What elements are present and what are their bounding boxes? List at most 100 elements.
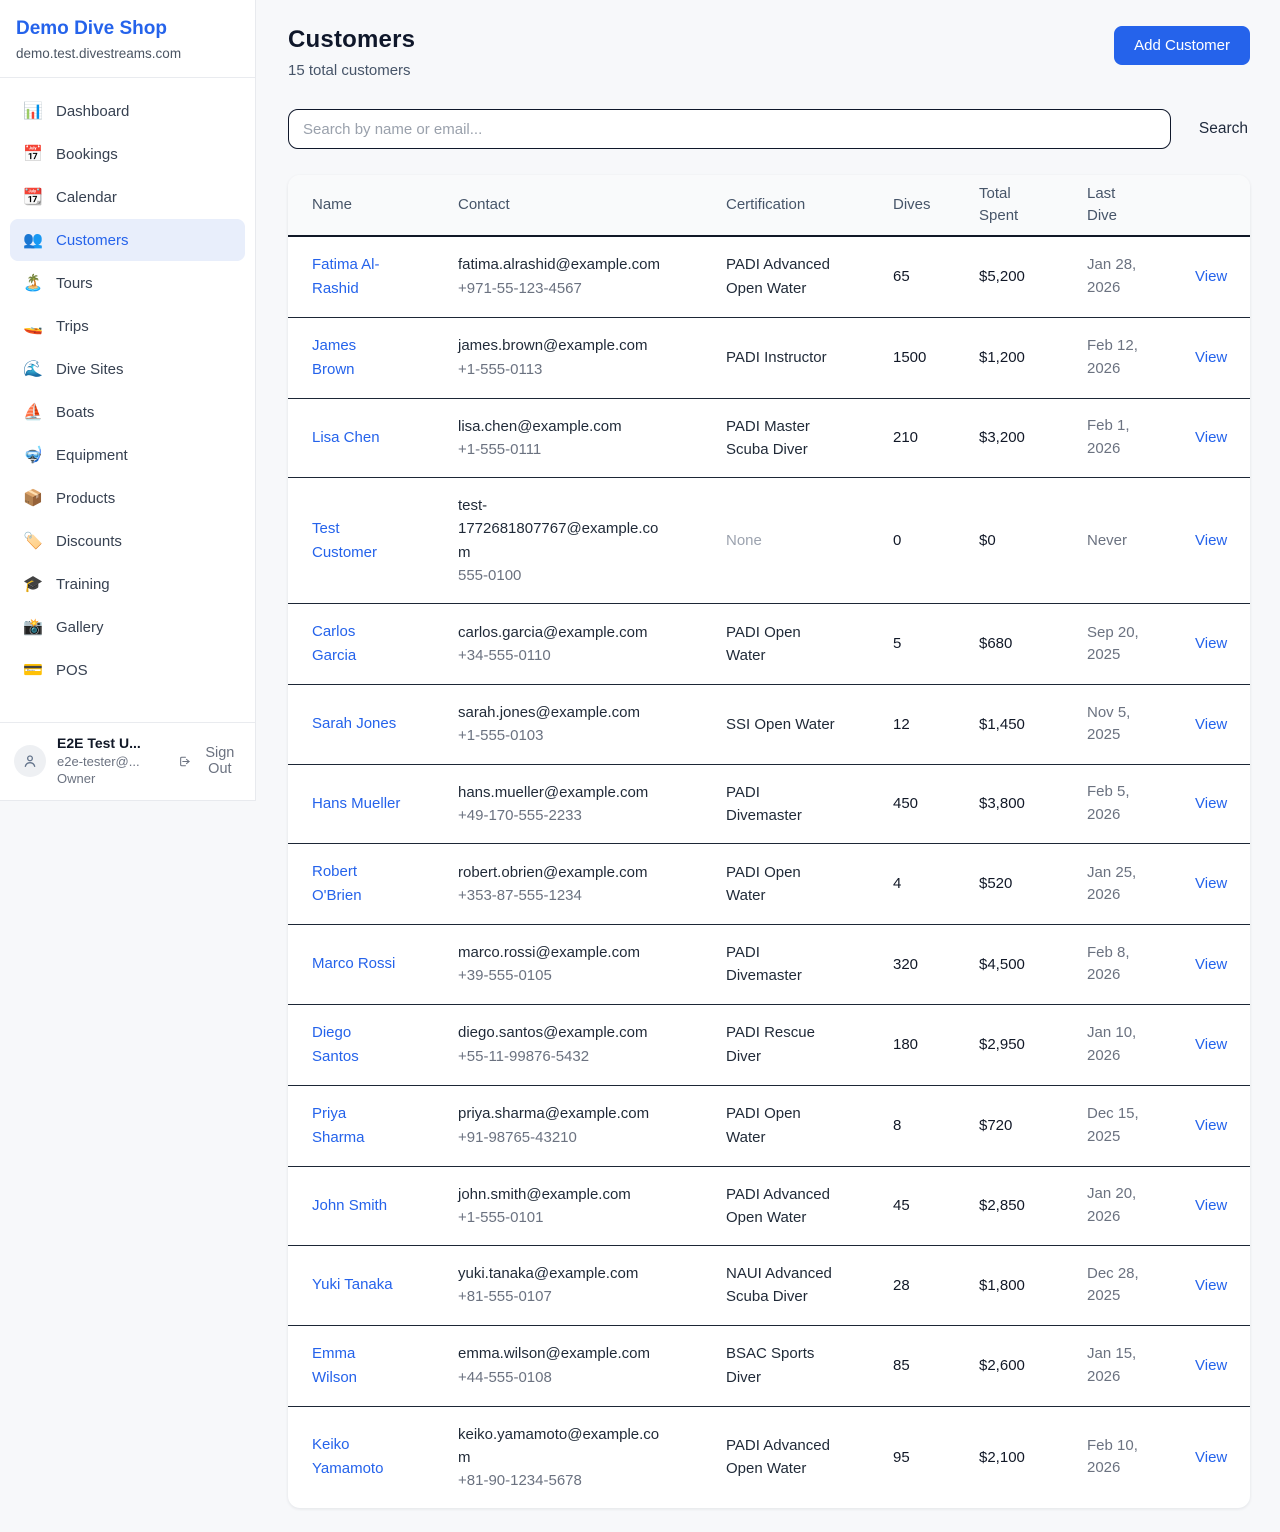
customer-dives: 1500 bbox=[893, 346, 955, 369]
customer-name-link[interactable]: Diego Santos bbox=[312, 1021, 402, 1069]
view-link[interactable]: View bbox=[1195, 1197, 1227, 1214]
column-header-total-spent: Total Spent bbox=[979, 183, 1063, 227]
customer-email: john.smith@example.com bbox=[458, 1183, 663, 1206]
customer-dives: 8 bbox=[893, 1114, 955, 1137]
customer-email: lisa.chen@example.com bbox=[458, 415, 663, 438]
customer-phone: +55-11-99876-5432 bbox=[458, 1045, 702, 1068]
customer-name-link[interactable]: James Brown bbox=[312, 334, 402, 382]
customer-certification: PADI Open Water bbox=[726, 621, 838, 668]
customer-name-link[interactable]: Marco Rossi bbox=[312, 952, 395, 976]
table-row: Keiko Yamamoto keiko.yamamoto@example.co… bbox=[288, 1407, 1250, 1509]
view-link[interactable]: View bbox=[1195, 1449, 1227, 1466]
sidebar-item-bookings[interactable]: 📅 Bookings bbox=[10, 133, 245, 175]
customer-last-dive: Nov 5, 2025 bbox=[1087, 702, 1149, 747]
search-button[interactable]: Search bbox=[1197, 114, 1250, 144]
customer-last-dive: Feb 10, 2026 bbox=[1087, 1435, 1149, 1480]
sidebar-item-boats[interactable]: ⛵ Boats bbox=[10, 391, 245, 433]
tours-icon: 🏝️ bbox=[23, 273, 43, 293]
view-link[interactable]: View bbox=[1195, 956, 1227, 973]
customer-phone: +49-170-555-2233 bbox=[458, 804, 702, 827]
table-row: Test Customer test-1772681807767@example… bbox=[288, 478, 1250, 604]
table-row: Priya Sharma priya.sharma@example.com +9… bbox=[288, 1086, 1250, 1167]
sidebar-item-training[interactable]: 🎓 Training bbox=[10, 563, 245, 605]
customer-name-link[interactable]: Emma Wilson bbox=[312, 1342, 402, 1390]
add-customer-button[interactable]: Add Customer bbox=[1114, 26, 1250, 65]
sidebar-item-dashboard[interactable]: 📊 Dashboard bbox=[10, 90, 245, 132]
customer-dives: 4 bbox=[893, 872, 955, 895]
customer-certification: PADI Advanced Open Water bbox=[726, 1183, 838, 1230]
customer-certification: PADI Master Scuba Diver bbox=[726, 415, 838, 462]
customer-phone: +971-55-123-4567 bbox=[458, 277, 702, 300]
customer-name-link[interactable]: Carlos Garcia bbox=[312, 620, 402, 668]
table-row: Hans Mueller hans.mueller@example.com +4… bbox=[288, 765, 1250, 845]
view-link[interactable]: View bbox=[1195, 349, 1227, 366]
view-link[interactable]: View bbox=[1195, 1277, 1227, 1294]
customer-name-link[interactable]: Hans Mueller bbox=[312, 792, 400, 816]
sign-out-label: Sign Out bbox=[199, 745, 241, 777]
customer-name-link[interactable]: Fatima Al-Rashid bbox=[312, 253, 402, 301]
customer-last-dive: Jan 20, 2026 bbox=[1087, 1183, 1149, 1228]
sidebar-item-label: Training bbox=[56, 576, 110, 593]
customer-name-link[interactable]: Yuki Tanaka bbox=[312, 1273, 393, 1297]
customer-dives: 12 bbox=[893, 713, 955, 736]
page-header: Customers 15 total customers Add Custome… bbox=[288, 26, 1250, 79]
customer-total-spent: $720 bbox=[979, 1114, 1063, 1137]
view-link[interactable]: View bbox=[1195, 635, 1227, 652]
view-link[interactable]: View bbox=[1195, 795, 1227, 812]
customer-certification: PADI Divemaster bbox=[726, 781, 838, 828]
customer-last-dive: Jan 10, 2026 bbox=[1087, 1022, 1149, 1067]
sidebar-item-tours[interactable]: 🏝️ Tours bbox=[10, 262, 245, 304]
customer-name-link[interactable]: Keiko Yamamoto bbox=[312, 1433, 402, 1481]
customer-email: priya.sharma@example.com bbox=[458, 1102, 663, 1125]
column-header-certification: Certification bbox=[726, 194, 869, 216]
view-link[interactable]: View bbox=[1195, 1117, 1227, 1134]
customer-name-link[interactable]: Priya Sharma bbox=[312, 1102, 402, 1150]
customer-certification: PADI Instructor bbox=[726, 346, 827, 369]
sidebar-item-dive-sites[interactable]: 🌊 Dive Sites bbox=[10, 348, 245, 390]
customer-name-link[interactable]: Lisa Chen bbox=[312, 426, 380, 450]
customer-total-spent: $2,950 bbox=[979, 1033, 1063, 1056]
table-row: Lisa Chen lisa.chen@example.com +1-555-0… bbox=[288, 399, 1250, 479]
sidebar-item-products[interactable]: 📦 Products bbox=[10, 477, 245, 519]
customer-total-spent: $5,200 bbox=[979, 265, 1063, 288]
sidebar-item-label: Tours bbox=[56, 275, 93, 292]
customer-last-dive: Feb 12, 2026 bbox=[1087, 335, 1149, 380]
column-header-contact: Contact bbox=[458, 194, 702, 216]
sidebar-item-trips[interactable]: 🚤 Trips bbox=[10, 305, 245, 347]
view-link[interactable]: View bbox=[1195, 1036, 1227, 1053]
customer-name-link[interactable]: Test Customer bbox=[312, 517, 402, 565]
trips-icon: 🚤 bbox=[23, 316, 43, 336]
customer-name-link[interactable]: John Smith bbox=[312, 1194, 387, 1218]
customer-name-link[interactable]: Sarah Jones bbox=[312, 712, 396, 736]
view-link[interactable]: View bbox=[1195, 429, 1227, 446]
avatar bbox=[14, 745, 46, 777]
search-input[interactable] bbox=[288, 109, 1171, 149]
customer-dives: 95 bbox=[893, 1446, 955, 1469]
table-row: Fatima Al-Rashid fatima.alrashid@example… bbox=[288, 237, 1250, 318]
customer-certification: PADI Open Water bbox=[726, 1102, 838, 1149]
customer-name-link[interactable]: Robert O'Brien bbox=[312, 860, 402, 908]
view-link[interactable]: View bbox=[1195, 1357, 1227, 1374]
customer-certification: PADI Advanced Open Water bbox=[726, 253, 838, 300]
sidebar-item-discounts[interactable]: 🏷️ Discounts bbox=[10, 520, 245, 562]
view-link[interactable]: View bbox=[1195, 716, 1227, 733]
view-link[interactable]: View bbox=[1195, 532, 1227, 549]
sidebar-item-customers[interactable]: 👥 Customers bbox=[10, 219, 245, 261]
customer-phone: +81-90-1234-5678 bbox=[458, 1469, 702, 1492]
sign-out-button[interactable]: Sign Out bbox=[178, 745, 241, 777]
view-link[interactable]: View bbox=[1195, 875, 1227, 892]
sidebar-item-calendar[interactable]: 📆 Calendar bbox=[10, 176, 245, 218]
sidebar-item-pos[interactable]: 💳 POS bbox=[10, 649, 245, 691]
customer-email: emma.wilson@example.com bbox=[458, 1342, 663, 1365]
user-icon bbox=[22, 753, 38, 769]
sidebar-item-equipment[interactable]: 🤿 Equipment bbox=[10, 434, 245, 476]
dashboard-icon: 📊 bbox=[23, 101, 43, 121]
table-row: Sarah Jones sarah.jones@example.com +1-5… bbox=[288, 685, 1250, 765]
sign-out-icon bbox=[178, 753, 191, 770]
sidebar-item-gallery[interactable]: 📸 Gallery bbox=[10, 606, 245, 648]
customer-total-spent: $2,100 bbox=[979, 1446, 1063, 1469]
view-link[interactable]: View bbox=[1195, 268, 1227, 285]
sidebar-item-label: Dive Sites bbox=[56, 361, 124, 378]
table-row: James Brown james.brown@example.com +1-5… bbox=[288, 318, 1250, 399]
customer-total-spent: $4,500 bbox=[979, 953, 1063, 976]
